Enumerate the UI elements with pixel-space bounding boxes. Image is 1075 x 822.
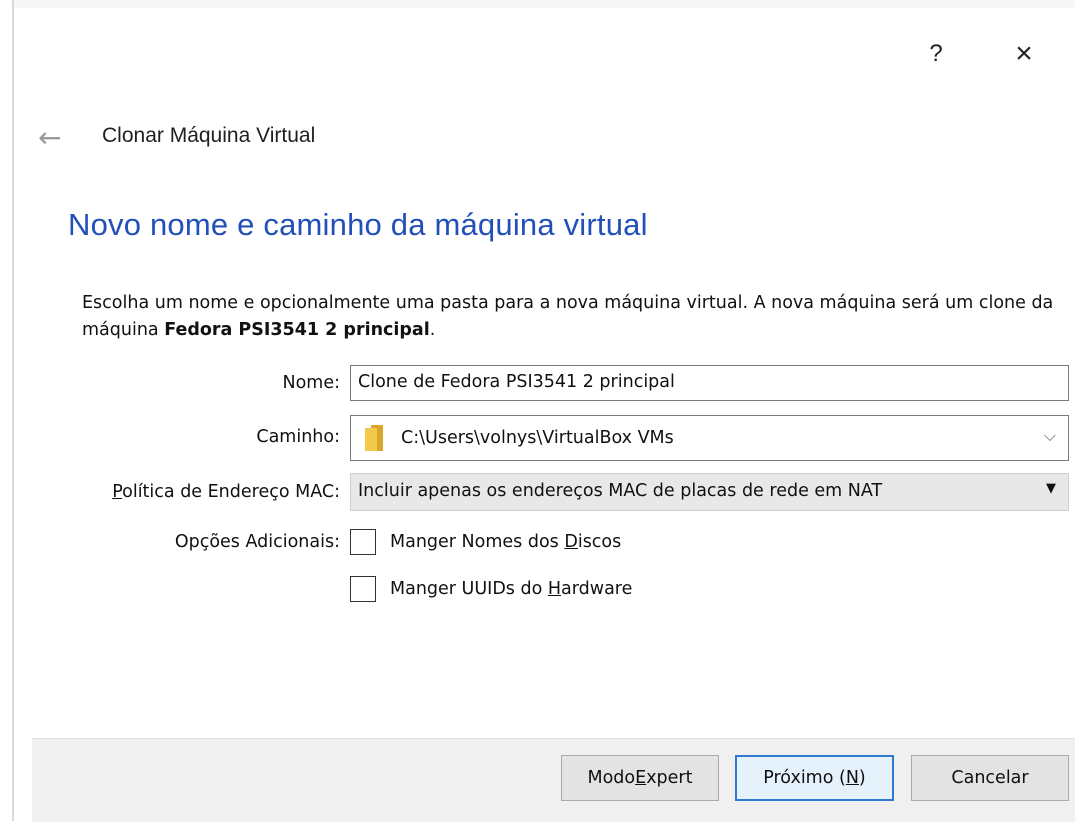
keep-disk-names-option[interactable]: Manger Nomes dos Discos [350, 529, 621, 555]
next-button[interactable]: Próximo (N) [735, 755, 894, 801]
name-input[interactable]: Clone de Fedora PSI3541 2 principal [350, 365, 1069, 401]
expert-mode-button[interactable]: Modo Expert [561, 755, 719, 801]
path-label: Caminho: [256, 427, 340, 447]
folder-icon [365, 425, 385, 451]
mac-policy-value: Incluir apenas os endereços MAC de placa… [358, 481, 883, 501]
window-left-border [12, 0, 14, 821]
page-heading: Novo nome e caminho da máquina virtual [68, 207, 648, 242]
help-button[interactable]: ? [916, 36, 956, 72]
keep-disk-names-checkbox[interactable] [350, 529, 376, 555]
mac-policy-select[interactable]: Incluir apenas os endereços MAC de placa… [350, 473, 1069, 511]
mac-policy-label-rest: olítica de Endereço MAC: [122, 482, 340, 502]
mac-policy-label: Política de Endereço MAC: [80, 482, 340, 502]
keep-disk-names-label: Manger Nomes dos Discos [390, 532, 622, 552]
close-button[interactable]: × [1004, 36, 1044, 72]
path-combobox[interactable]: C:\Users\volnys\VirtualBox VMs ⌵ [350, 415, 1069, 461]
window-top-strip [14, 0, 1075, 8]
additional-options-label: Opções Adicionais: [174, 532, 340, 552]
keep-hardware-uuids-option[interactable]: Manger UUIDs do Hardware [350, 576, 632, 602]
keep-hardware-uuids-label: Manger UUIDs do Hardware [390, 579, 633, 599]
path-value: C:\Users\volnys\VirtualBox VMs [401, 428, 674, 448]
source-vm-name: Fedora PSI3541 2 principal [164, 320, 430, 340]
cancel-button[interactable]: Cancelar [911, 755, 1069, 801]
description-suffix: . [429, 320, 436, 340]
back-arrow-icon[interactable]: ← [38, 124, 61, 152]
keep-hardware-uuids-checkbox[interactable] [350, 576, 376, 602]
name-label: Nome: [282, 373, 340, 393]
chevron-down-icon[interactable]: ⌵ [1044, 426, 1056, 446]
description-text: Escolha um nome e opcionalmente uma past… [82, 290, 1072, 344]
wizard-title: Clonar Máquina Virtual [102, 124, 316, 147]
mac-policy-label-key: P [112, 482, 123, 502]
dropdown-arrow-icon: ▼ [1046, 481, 1056, 496]
